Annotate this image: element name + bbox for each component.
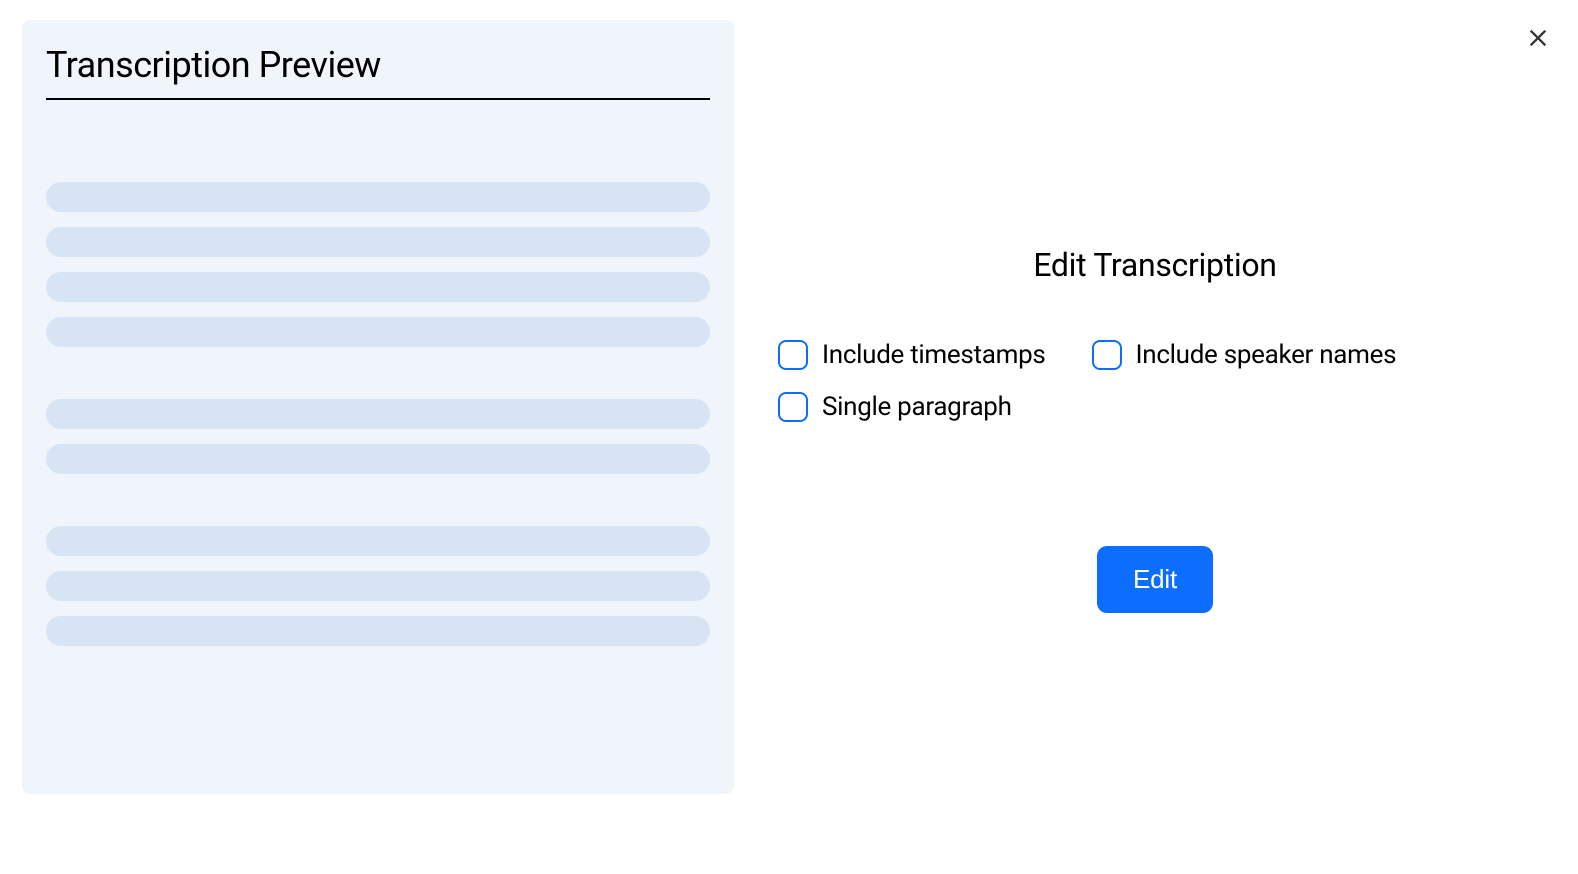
skeleton-block <box>46 399 710 474</box>
transcription-preview-panel: Transcription Preview <box>22 20 734 794</box>
skeleton-line <box>46 227 710 257</box>
dialog-container: Transcription Preview <box>0 0 1578 874</box>
preview-skeleton <box>46 182 710 646</box>
skeleton-line <box>46 317 710 347</box>
edit-button[interactable]: Edit <box>1097 546 1213 613</box>
edit-section: Edit Transcription Include timestamps In… <box>754 246 1556 613</box>
checkbox-single-paragraph[interactable]: Single paragraph <box>778 392 1012 422</box>
skeleton-line <box>46 616 710 646</box>
checkbox-box <box>778 340 808 370</box>
skeleton-block <box>46 526 710 646</box>
checkbox-include-speaker-names[interactable]: Include speaker names <box>1092 340 1397 370</box>
checkbox-include-timestamps[interactable]: Include timestamps <box>778 340 1046 370</box>
checkbox-label: Single paragraph <box>822 392 1012 422</box>
close-button[interactable] <box>1520 20 1556 56</box>
edit-panel: Edit Transcription Include timestamps In… <box>754 20 1556 854</box>
edit-button-wrap: Edit <box>778 546 1532 613</box>
edit-title: Edit Transcription <box>778 246 1532 284</box>
skeleton-line <box>46 272 710 302</box>
close-icon <box>1527 27 1549 49</box>
checkbox-box <box>1092 340 1122 370</box>
skeleton-line <box>46 399 710 429</box>
skeleton-line <box>46 182 710 212</box>
checkbox-label: Include speaker names <box>1136 340 1397 370</box>
skeleton-block <box>46 182 710 347</box>
skeleton-line <box>46 444 710 474</box>
skeleton-line <box>46 526 710 556</box>
checkbox-row: Include timestamps Include speaker names… <box>778 340 1532 422</box>
checkbox-label: Include timestamps <box>822 340 1046 370</box>
preview-title: Transcription Preview <box>46 44 710 100</box>
skeleton-line <box>46 571 710 601</box>
checkbox-box <box>778 392 808 422</box>
